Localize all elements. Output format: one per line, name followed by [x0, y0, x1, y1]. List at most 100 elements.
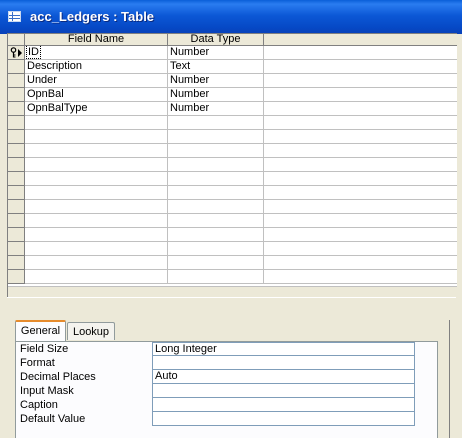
- property-value-field[interactable]: [152, 412, 415, 426]
- data-type-cell[interactable]: [168, 214, 264, 228]
- row-selector[interactable]: [8, 214, 25, 228]
- description-cell[interactable]: [264, 88, 457, 102]
- description-cell[interactable]: [264, 200, 457, 214]
- description-cell[interactable]: [264, 130, 457, 144]
- table-row[interactable]: [8, 270, 457, 284]
- field-name-cell[interactable]: ID: [25, 46, 168, 60]
- property-value-field[interactable]: [152, 356, 415, 370]
- field-name-cell[interactable]: [25, 158, 168, 172]
- table-row[interactable]: OpnBalType Number: [8, 102, 457, 116]
- field-name-cell[interactable]: [25, 200, 168, 214]
- property-value-field[interactable]: Auto: [152, 370, 415, 384]
- description-cell[interactable]: [264, 270, 457, 284]
- data-type-cell[interactable]: [168, 144, 264, 158]
- field-name-cell[interactable]: [25, 130, 168, 144]
- data-type-cell[interactable]: [168, 270, 264, 284]
- field-name-cell[interactable]: [25, 214, 168, 228]
- data-type-cell[interactable]: [168, 200, 264, 214]
- field-name-cell[interactable]: [25, 270, 168, 284]
- field-name-cell[interactable]: [25, 228, 168, 242]
- row-selector[interactable]: [8, 88, 25, 102]
- tab-general[interactable]: General: [15, 320, 66, 341]
- data-type-cell[interactable]: Number: [168, 74, 264, 88]
- description-cell[interactable]: [264, 144, 457, 158]
- tab-lookup[interactable]: Lookup: [67, 322, 115, 340]
- description-cell[interactable]: [264, 74, 457, 88]
- row-selector[interactable]: [8, 242, 25, 256]
- field-name-cell[interactable]: OpnBalType: [25, 102, 168, 116]
- description-cell[interactable]: [264, 116, 457, 130]
- row-selector[interactable]: [8, 200, 25, 214]
- property-value-field[interactable]: [152, 384, 415, 398]
- field-name-cell[interactable]: Under: [25, 74, 168, 88]
- table-row[interactable]: [8, 116, 457, 130]
- description-header[interactable]: [264, 34, 457, 46]
- row-selector[interactable]: [8, 60, 25, 74]
- table-row[interactable]: Description Text: [8, 60, 457, 74]
- table-row[interactable]: [8, 172, 457, 186]
- description-cell[interactable]: [264, 228, 457, 242]
- table-row[interactable]: [8, 158, 457, 172]
- title-bar[interactable]: acc_Ledgers : Table: [0, 0, 462, 34]
- row-selector-header[interactable]: [8, 34, 25, 46]
- data-type-cell[interactable]: [168, 256, 264, 270]
- row-selector[interactable]: [8, 228, 25, 242]
- table-row[interactable]: OpnBal Number: [8, 88, 457, 102]
- data-type-cell[interactable]: Number: [168, 102, 264, 116]
- field-name-cell[interactable]: [25, 186, 168, 200]
- table-row[interactable]: [8, 228, 457, 242]
- field-grid[interactable]: Field Name Data Type ID Number Description…: [7, 33, 457, 298]
- row-selector[interactable]: [8, 256, 25, 270]
- field-name-cell[interactable]: [25, 116, 168, 130]
- table-row[interactable]: [8, 130, 457, 144]
- row-selector[interactable]: [8, 46, 25, 60]
- field-name-cell[interactable]: [25, 172, 168, 186]
- data-type-cell[interactable]: [168, 130, 264, 144]
- row-selector[interactable]: [8, 186, 25, 200]
- data-type-cell[interactable]: [168, 242, 264, 256]
- row-selector[interactable]: [8, 116, 25, 130]
- data-type-cell[interactable]: [168, 116, 264, 130]
- row-selector[interactable]: [8, 102, 25, 116]
- table-row[interactable]: [8, 242, 457, 256]
- field-name-header[interactable]: Field Name: [25, 34, 168, 46]
- data-type-header[interactable]: Data Type: [168, 34, 264, 46]
- description-cell[interactable]: [264, 60, 457, 74]
- field-name-cell[interactable]: Description: [25, 60, 168, 74]
- field-name-cell[interactable]: OpnBal: [25, 88, 168, 102]
- data-type-cell[interactable]: [168, 228, 264, 242]
- table-row[interactable]: [8, 186, 457, 200]
- row-selector[interactable]: [8, 158, 25, 172]
- row-selector[interactable]: [8, 144, 25, 158]
- description-cell[interactable]: [264, 214, 457, 228]
- table-row[interactable]: [8, 256, 457, 270]
- description-cell[interactable]: [264, 46, 457, 60]
- table-row[interactable]: Under Number: [8, 74, 457, 88]
- table-row[interactable]: [8, 144, 457, 158]
- property-value-field[interactable]: Long Integer: [152, 342, 415, 356]
- table-row[interactable]: ID Number: [8, 46, 457, 60]
- table-row[interactable]: [8, 214, 457, 228]
- description-cell[interactable]: [264, 256, 457, 270]
- data-type-cell[interactable]: [168, 158, 264, 172]
- table-row[interactable]: [8, 200, 457, 214]
- property-value-field[interactable]: [152, 398, 415, 412]
- field-name-text: OpnBal: [27, 88, 64, 100]
- data-type-cell[interactable]: [168, 172, 264, 186]
- data-type-cell[interactable]: Text: [168, 60, 264, 74]
- data-type-cell[interactable]: Number: [168, 88, 264, 102]
- description-cell[interactable]: [264, 186, 457, 200]
- description-cell[interactable]: [264, 172, 457, 186]
- field-name-cell[interactable]: [25, 144, 168, 158]
- description-cell[interactable]: [264, 242, 457, 256]
- data-type-cell[interactable]: Number: [168, 46, 264, 60]
- data-type-cell[interactable]: [168, 186, 264, 200]
- field-name-cell[interactable]: [25, 256, 168, 270]
- field-name-cell[interactable]: [25, 242, 168, 256]
- row-selector[interactable]: [8, 130, 25, 144]
- row-selector[interactable]: [8, 270, 25, 284]
- row-selector[interactable]: [8, 172, 25, 186]
- description-cell[interactable]: [264, 158, 457, 172]
- description-cell[interactable]: [264, 102, 457, 116]
- row-selector[interactable]: [8, 74, 25, 88]
